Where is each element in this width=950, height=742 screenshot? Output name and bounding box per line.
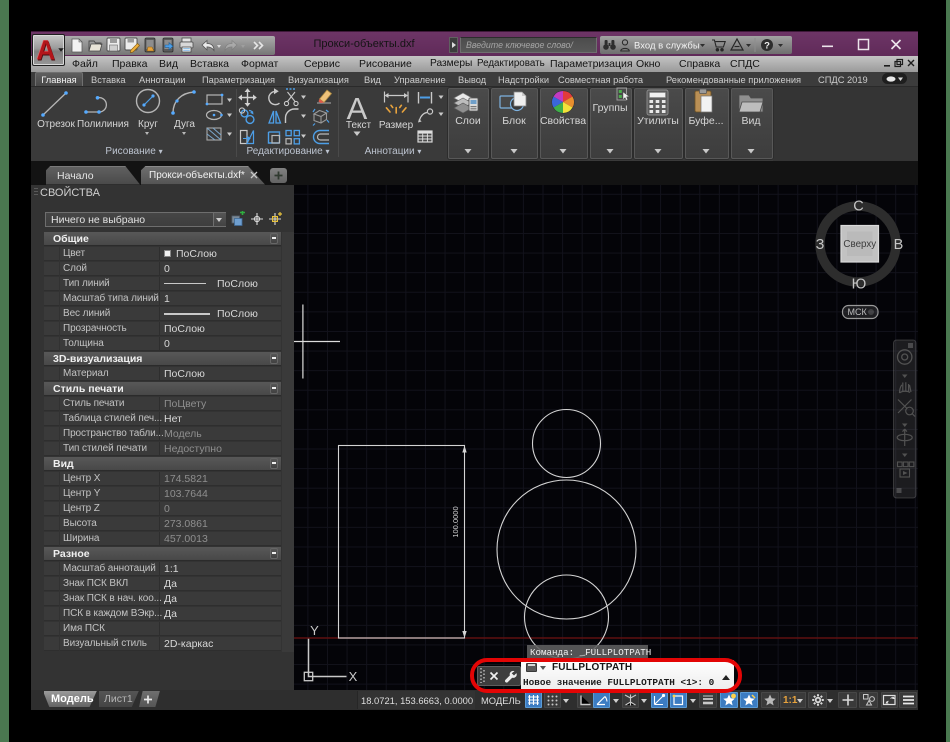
svg-text:Свойства: Свойства [540,115,586,127]
svg-text:Слои: Слои [455,115,481,127]
svg-text:?: ? [764,40,770,51]
svg-text:X: X [348,669,357,684]
svg-text:З: З [815,237,824,253]
svg-text:Сверху: Сверху [843,239,876,250]
svg-text:Буфе...: Буфе... [688,115,723,127]
svg-text:В: В [893,237,903,253]
svg-text:Группы: Группы [593,102,628,114]
svg-text:Блок: Блок [502,115,526,127]
svg-text:Вход в службы: Вход в службы [634,41,700,52]
svg-text:Ю: Ю [851,276,866,292]
svg-text:Y: Y [310,623,319,638]
svg-text:Утилиты: Утилиты [637,115,679,127]
svg-text:МСК: МСК [847,307,867,317]
svg-text:С: С [853,198,863,214]
svg-text:100.0000: 100.0000 [451,506,460,537]
svg-text:Вид: Вид [742,115,761,127]
